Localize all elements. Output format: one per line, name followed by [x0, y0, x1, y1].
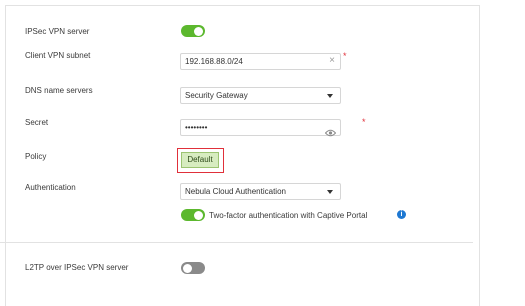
- required-marker: *: [343, 51, 347, 61]
- l2tp-over-ipsec-label: L2TP over IPSec VPN server: [25, 263, 129, 272]
- two-factor-label: Two-factor authentication with Captive P…: [209, 211, 368, 220]
- chevron-down-icon: [327, 190, 333, 194]
- secret-label: Secret: [25, 118, 49, 127]
- chevron-down-icon: [327, 94, 333, 98]
- l2tp-over-ipsec-toggle[interactable]: [181, 262, 205, 274]
- ipsec-vpn-server-toggle[interactable]: [181, 25, 205, 37]
- dns-name-servers-select[interactable]: Security Gateway: [180, 87, 341, 104]
- toggle-knob: [194, 210, 203, 220]
- clear-icon[interactable]: ×: [329, 56, 335, 66]
- dns-name-servers-selected: Security Gateway: [185, 91, 248, 100]
- client-vpn-subnet-label: Client VPN subnet: [25, 51, 91, 60]
- info-icon[interactable]: i: [397, 210, 406, 219]
- policy-highlight: Default: [177, 148, 224, 173]
- two-factor-toggle[interactable]: [181, 209, 205, 221]
- toggle-knob: [194, 26, 203, 36]
- secret-value: ••••••••: [185, 123, 208, 132]
- authentication-select[interactable]: Nebula Cloud Authentication: [180, 183, 341, 200]
- client-vpn-subnet-input[interactable]: 192.168.88.0/24 ×: [180, 53, 341, 70]
- eye-icon[interactable]: [324, 124, 337, 142]
- policy-label: Policy: [25, 152, 47, 161]
- policy-default-button[interactable]: Default: [181, 152, 219, 168]
- dns-name-servers-label: DNS name servers: [25, 86, 93, 95]
- section-divider: [0, 242, 473, 243]
- ipsec-vpn-server-label: IPSec VPN server: [25, 27, 90, 36]
- client-vpn-subnet-value: 192.168.88.0/24: [185, 57, 243, 66]
- authentication-selected: Nebula Cloud Authentication: [185, 187, 286, 196]
- authentication-label: Authentication: [25, 183, 76, 192]
- secret-input[interactable]: ••••••••: [180, 119, 341, 137]
- required-marker: *: [362, 117, 366, 127]
- toggle-knob: [183, 263, 192, 273]
